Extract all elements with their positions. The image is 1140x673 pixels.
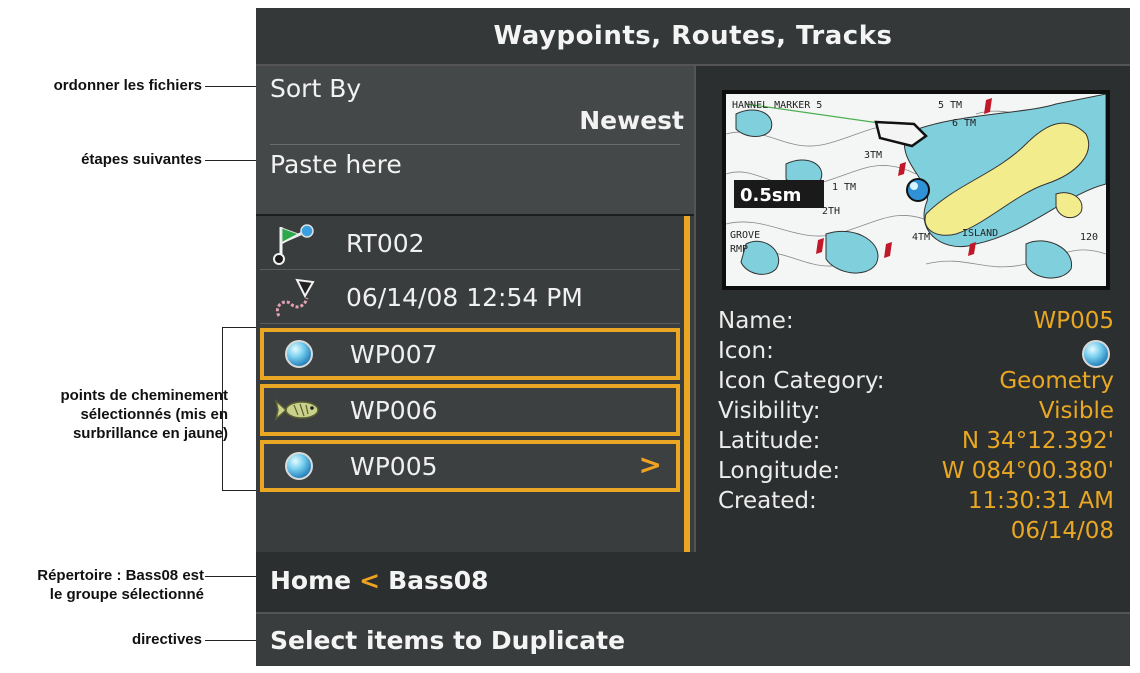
waypoint-list: RT002 06/14/08 12:54 PM WP007 WP006 WP00… — [256, 216, 682, 552]
detail-label: Created: — [718, 488, 817, 514]
map-label: 4TM — [912, 232, 930, 243]
detail-longitude: Longitude: W 084°00.380' — [718, 458, 1114, 488]
waypoint-orb-icon — [270, 444, 328, 488]
callout-directory-line1: Répertoire : Bass08 est — [37, 567, 204, 584]
list-item-label: WP006 — [350, 395, 438, 425]
title-bar: Waypoints, Routes, Tracks — [256, 8, 1130, 66]
detail-created: Created: 11:30:31 AM — [718, 488, 1114, 518]
detail-label: Name: — [718, 308, 794, 334]
list-scrollbar[interactable] — [684, 216, 690, 552]
detail-label: Icon Category: — [718, 368, 885, 394]
map-label: 2TH — [822, 206, 840, 217]
list-item-label: 06/14/08 12:54 PM — [346, 283, 583, 312]
detail-icon: Icon: — [718, 338, 1114, 368]
callout-instructions: directives — [131, 631, 202, 648]
detail-label: Longitude: — [718, 458, 841, 484]
callout-selected-bracket — [222, 327, 223, 491]
waypoint-orb-icon — [270, 332, 328, 376]
map-label: 6 TM — [952, 118, 976, 129]
list-item-label: WP007 — [350, 339, 438, 369]
page-title: Waypoints, Routes, Tracks — [493, 21, 893, 51]
map-label: 1 TM — [832, 182, 856, 193]
route-icon — [266, 222, 324, 266]
waypoint-orb-icon — [1082, 340, 1110, 368]
chevron-left-icon: < — [359, 565, 381, 595]
map-label: ISLAND — [962, 228, 998, 239]
orb-shape — [285, 340, 313, 368]
detail-label: Latitude: — [718, 428, 821, 454]
map-label: 5 TM — [938, 100, 962, 111]
detail-value: 06/14/08 — [1010, 518, 1114, 544]
chart-map: HANNEL MARKER 5 5 TM 6 TM 3TM 1 TM 2TH 4… — [726, 94, 1106, 286]
list-item-waypoint[interactable]: WP005 > — [260, 440, 680, 492]
map-label: GROVE — [730, 230, 760, 241]
list-item-route[interactable]: RT002 — [260, 218, 680, 270]
breadcrumb-group[interactable]: Bass08 — [388, 566, 488, 595]
callout-directory: Répertoire : Bass08 est le groupe sélect… — [0, 566, 204, 604]
detail-value: W 084°00.380' — [941, 458, 1114, 484]
chart-map-drawing: HANNEL MARKER 5 5 TM 6 TM 3TM 1 TM 2TH 4… — [726, 94, 1106, 286]
instructions-bar: Select items to Duplicate — [256, 612, 1130, 666]
detail-created-date: 06/14/08 — [718, 518, 1114, 548]
detail-value: WP005 — [1033, 308, 1114, 334]
list-item-track[interactable]: 06/14/08 12:54 PM — [260, 272, 680, 324]
orb-shape — [285, 452, 313, 480]
detail-value: Visible — [1038, 398, 1114, 424]
detail-label: Visibility: — [718, 398, 821, 424]
callout-selected: points de cheminement sélectionnés (mis … — [0, 386, 228, 443]
file-list-panel: Sort By Newest Paste here RT002 06/14/08… — [256, 66, 696, 552]
sort-divider — [270, 144, 680, 145]
map-label: 120 — [1080, 232, 1098, 243]
map-label: RMP — [730, 244, 748, 255]
orb-shape — [1082, 340, 1110, 368]
callout-paste: étapes suivantes — [81, 151, 202, 168]
paste-here-button[interactable]: Paste here — [270, 150, 402, 179]
track-icon — [266, 276, 324, 320]
map-label: 3TM — [864, 150, 882, 161]
detail-value: 11:30:31 AM — [967, 488, 1114, 514]
list-item-waypoint[interactable]: WP007 — [260, 328, 680, 380]
detail-latitude: Latitude: N 34°12.392' — [718, 428, 1114, 458]
sort-value: Newest — [579, 106, 684, 135]
detail-value: N 34°12.392' — [961, 428, 1114, 454]
list-item-label: RT002 — [346, 229, 425, 258]
map-preview: HANNEL MARKER 5 5 TM 6 TM 3TM 1 TM 2TH 4… — [722, 90, 1110, 290]
chevron-right-icon[interactable]: > — [639, 448, 662, 481]
detail-name: Name: WP005 — [718, 308, 1114, 338]
callout-selected-line2: sélectionnés (mis en — [80, 406, 228, 423]
instructions-text: Select items to Duplicate — [270, 625, 626, 655]
detail-value: Geometry — [999, 368, 1114, 394]
waypoint-details: Name: WP005 Icon: Icon Category: Geometr… — [718, 308, 1114, 548]
callout-selected-line3: surbrillance en jaune) — [72, 425, 228, 442]
callout-sort: ordonner les fichiers — [53, 77, 202, 94]
list-item-waypoint[interactable]: WP006 — [260, 384, 680, 436]
breadcrumb-home[interactable]: Home — [270, 566, 351, 595]
callout-selected-line1: points de cheminement — [60, 387, 228, 404]
breadcrumb: Home < Bass08 — [256, 552, 1130, 608]
sort-by-button[interactable]: Sort By — [270, 74, 361, 103]
fish-icon — [270, 388, 328, 432]
list-item-label: WP005 — [350, 451, 438, 481]
map-label: HANNEL MARKER 5 — [732, 100, 822, 111]
detail-visibility: Visibility: Visible — [718, 398, 1114, 428]
callout-directory-line2: le groupe sélectionné — [49, 586, 204, 603]
detail-category: Icon Category: Geometry — [718, 368, 1114, 398]
device-screen: Waypoints, Routes, Tracks Sort By Newest… — [256, 8, 1130, 666]
map-scale: 0.5sm — [740, 185, 801, 206]
sort-section: Sort By Newest Paste here — [256, 66, 694, 216]
detail-label: Icon: — [718, 338, 774, 364]
